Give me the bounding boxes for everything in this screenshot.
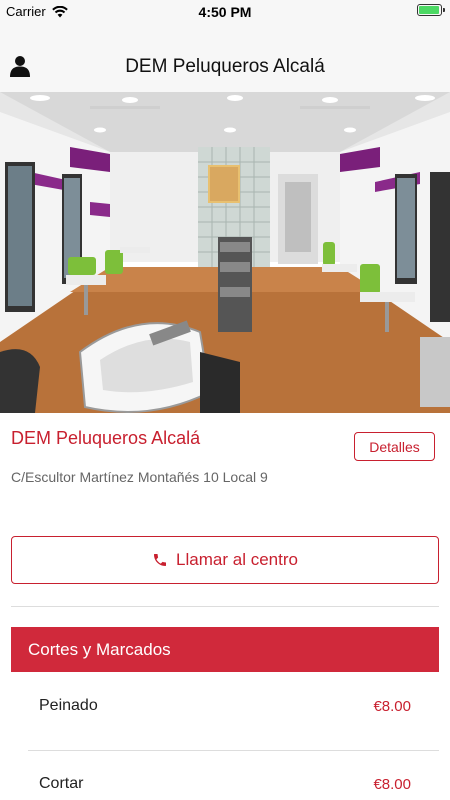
nav-title: DEM Peluqueros Alcalá xyxy=(125,56,325,77)
service-row[interactable]: Peinado €8.00 xyxy=(28,677,439,735)
navigation-bar: DEM Peluqueros Alcalá xyxy=(0,24,450,92)
row-divider xyxy=(28,750,439,751)
call-center-button[interactable]: Llamar al centro xyxy=(11,536,439,584)
section-header[interactable]: Cortes y Marcados xyxy=(11,627,439,672)
salon-photo xyxy=(0,92,450,413)
battery-tip xyxy=(443,8,445,12)
service-price: €8.00 xyxy=(373,697,411,715)
service-name: Peinado xyxy=(39,697,98,714)
section-divider xyxy=(11,606,439,607)
call-center-label: Llamar al centro xyxy=(176,550,298,569)
battery-indicator xyxy=(417,4,445,16)
salon-name: DEM Peluqueros Alcalá xyxy=(11,428,201,448)
service-row[interactable]: Cortar €8.00 xyxy=(28,755,439,800)
details-button[interactable]: Detalles xyxy=(354,432,435,461)
status-time: 4:50 PM xyxy=(198,4,252,20)
section-title: Cortes y Marcados xyxy=(28,639,171,659)
service-price: €8.00 xyxy=(373,775,411,793)
salon-photo-illustration xyxy=(0,92,450,413)
salon-address: C/Escultor Martínez Montañés 10 Local 9 xyxy=(11,469,268,485)
status-bar: Carrier 4:50 PM xyxy=(0,0,450,24)
battery-fill xyxy=(419,6,439,14)
phone-icon xyxy=(154,554,167,566)
battery-icon xyxy=(417,4,445,16)
service-name: Cortar xyxy=(39,775,84,792)
user-icon[interactable] xyxy=(8,54,32,78)
